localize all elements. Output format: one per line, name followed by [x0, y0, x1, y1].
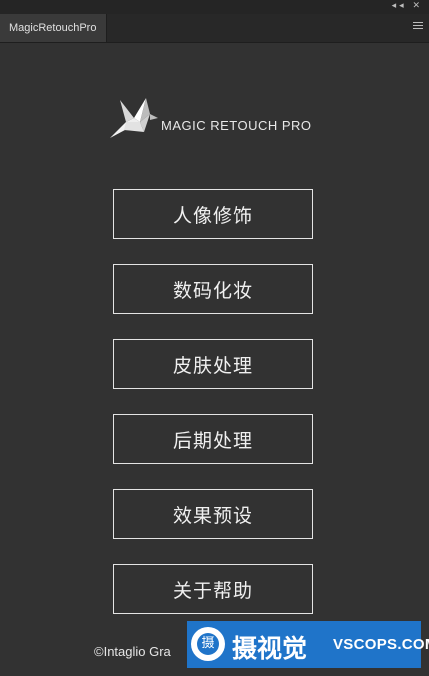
portrait-retouch-button[interactable]: 人像修饰 — [113, 189, 313, 239]
skin-processing-button[interactable]: 皮肤处理 — [113, 339, 313, 389]
tab-magicretouchpro[interactable]: MagicRetouchPro — [0, 14, 107, 42]
collapse-close-icon[interactable]: ◂◂ ✕ — [392, 1, 423, 11]
app-logo: MAGIC RETOUCH PRO — [110, 96, 350, 144]
panel-tab-bar: MagicRetouchPro — [0, 14, 429, 43]
post-processing-button[interactable]: 后期处理 — [113, 414, 313, 464]
copyright-text: ©Intaglio Gra — [94, 644, 171, 659]
watermark-banner: 摄 摄视觉 VSCOPS.COM — [187, 621, 429, 668]
origami-bird-icon — [110, 98, 158, 138]
digital-makeup-button[interactable]: 数码化妆 — [113, 264, 313, 314]
watermark-english-text: VSCOPS.COM — [333, 636, 429, 653]
watermark-chinese-text: 摄视觉 — [232, 634, 308, 663]
logo-text: MAGIC RETOUCH PRO — [161, 118, 312, 133]
effect-presets-button[interactable]: 效果预设 — [113, 489, 313, 539]
panel-title-bar: ◂◂ ✕ — [0, 0, 429, 14]
watermark-badge-char: 摄 — [197, 633, 219, 655]
hamburger-menu-icon[interactable] — [413, 22, 423, 32]
watermark-logo-icon: 摄 — [191, 627, 225, 661]
about-help-button[interactable]: 关于帮助 — [113, 564, 313, 614]
